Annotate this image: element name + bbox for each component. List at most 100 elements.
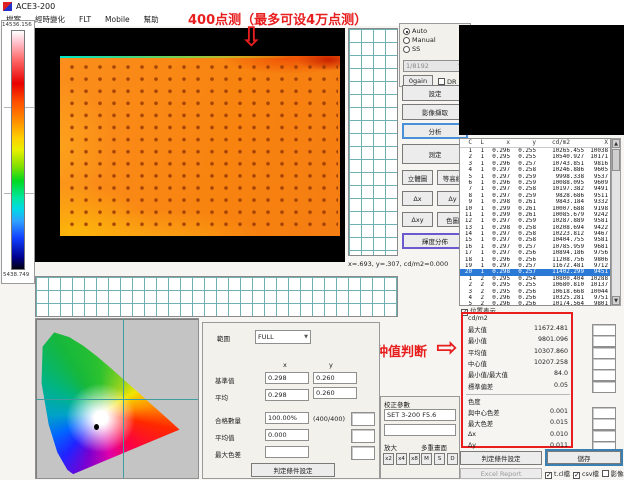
delta-x-button[interactable]: Δx [402, 191, 433, 206]
annotation-400-points: 400点测（最多可设4万点测） [188, 9, 367, 28]
cie-diagram[interactable] [35, 318, 199, 479]
column-header-L: L [474, 139, 486, 147]
shutter-select[interactable]: 1/8192 ▼ [403, 60, 465, 72]
calibration-value-field[interactable]: SET 3-200 F5.6 [384, 409, 456, 421]
measurement-table[interactable]: CLxycd/m2X 110.2960.25510265.45510038210… [459, 138, 611, 306]
menu-item-FLT[interactable]: FLT [77, 15, 93, 24]
zoom-x2-button[interactable]: x2 [383, 453, 394, 465]
lum-indicator-box [592, 335, 616, 347]
zoom-label: 放大 [384, 442, 397, 452]
radio-row-SS[interactable]: SS [403, 44, 467, 53]
file-check-影像檔[interactable]: 影像檔 [602, 469, 624, 478]
dr-checkbox[interactable] [438, 78, 445, 85]
horizontal-profile-grid [35, 276, 398, 317]
range-label: 範圍 [217, 333, 230, 343]
mean-value: 0.000 [268, 431, 287, 439]
vertical-profile-grid [348, 28, 398, 256]
scale-max-value: 14536.156 [2, 22, 32, 28]
mean-indicator-box [351, 429, 375, 443]
chroma-indicator-box [592, 407, 616, 419]
max-color-diff-field [265, 446, 309, 458]
max-diff-indicator-box [351, 446, 375, 460]
luminance-heatmap[interactable] [60, 56, 340, 236]
multi-screen-D-button[interactable]: D [447, 453, 458, 465]
chroma-stat-row: Δy0.011 [468, 442, 568, 449]
lum-stat-row: 標準偏差0.05 [468, 382, 568, 391]
reference-y-field[interactable]: 0.260 [313, 372, 357, 384]
range-select[interactable]: FULL ▼ [255, 330, 311, 344]
stat-value: 0.001 [550, 408, 568, 417]
lum-indicator-box [592, 358, 616, 370]
pass-indicator-box [351, 412, 375, 426]
save-button[interactable]: 儲存 [547, 451, 621, 464]
radio-auto[interactable] [403, 28, 410, 35]
lum-indicator-box [592, 381, 616, 393]
radio-row-Auto[interactable]: Auto [403, 26, 467, 35]
stat-label: Δx [468, 431, 476, 438]
stereo-button[interactable]: 立體圖 [402, 170, 433, 185]
chroma-section-header: 色度 [468, 397, 481, 406]
average-y-value: 0.260 [316, 389, 335, 397]
file-checkbox[interactable] [602, 470, 609, 477]
file-check-csv檔[interactable]: ✓csv檔 [573, 469, 599, 478]
right-arrow-icon: ⇨ [436, 333, 458, 363]
lum-stat-row: 最小值/最大值84.0 [468, 370, 568, 379]
zoom-button-row: x2x4x8 [383, 453, 420, 465]
excel-report-button[interactable]: Excel Report [460, 468, 542, 479]
reference-label: 基準值 [215, 375, 235, 385]
zoom-x4-button[interactable]: x4 [396, 453, 407, 465]
menu-item-Mobile[interactable]: Mobile [103, 15, 132, 24]
mean-label: 平均值 [215, 432, 235, 442]
multi-screen-M-button[interactable]: M [421, 453, 432, 465]
lum-stat-row: 中心值10207.258 [468, 359, 568, 368]
radio-row-Manual[interactable]: Manual [403, 35, 467, 44]
lum-indicator-box [592, 369, 616, 381]
scrollbar-thumb[interactable] [612, 149, 620, 171]
lum-stat-row: 最大值 11672.481 [468, 325, 568, 334]
table-cell: 9801 [586, 301, 610, 306]
stat-label: 最大值 [468, 325, 487, 334]
multi-screen-S-button[interactable]: S [434, 453, 445, 465]
radio-label-manual: Manual [412, 36, 436, 44]
table-scrollbar[interactable]: ▲ ▼ [611, 138, 621, 306]
file-check-t.cl檔[interactable]: ✓t.cl檔 [545, 469, 570, 478]
scroll-down-icon[interactable]: ▼ [612, 296, 620, 305]
calibration-header: 校正參數 [384, 399, 410, 409]
pass-count-label: 合格數量 [215, 415, 241, 425]
stat-value: 11672.481 [534, 325, 568, 334]
scroll-up-icon[interactable]: ▲ [612, 139, 620, 148]
radio-ss[interactable] [403, 46, 410, 53]
average-y-field[interactable]: 0.260 [313, 387, 357, 399]
column-header-x: x [486, 139, 512, 147]
delta-xy-button[interactable]: Δxy [402, 212, 433, 227]
menu-item-幫助[interactable]: 幫助 [142, 14, 161, 25]
stat-label: 標準偏差 [468, 382, 493, 391]
reference-x-field[interactable]: 0.298 [265, 372, 309, 384]
menu-item-經時變化[interactable]: 經時變化 [33, 14, 67, 25]
zoom-x8-button[interactable]: x8 [409, 453, 420, 465]
stat-label: 平均值 [468, 348, 487, 357]
measurement-view[interactable] [35, 28, 345, 262]
file-checkbox[interactable]: ✓ [545, 472, 552, 479]
calibration-panel: 校正參數 SET 3-200 F5.6 放大 x2x4x8 多重畫面 MSD [380, 396, 460, 479]
multi-screen-button-row: MSD [421, 453, 458, 465]
judge-condition-button[interactable]: 判定條件設定 [460, 451, 542, 465]
table-body[interactable]: 110.2960.25510265.45510038210.2950.25510… [460, 148, 610, 306]
table-header: CLxycd/m2X [460, 139, 610, 148]
cie-crosshair-horizontal [36, 399, 198, 400]
multi-screen-label: 多重畫面 [421, 442, 447, 452]
file-checkbox[interactable]: ✓ [573, 472, 580, 479]
radio-label-auto: Auto [412, 27, 427, 35]
stat-value: 0.015 [550, 419, 568, 428]
chevron-down-icon: ▼ [304, 334, 308, 340]
scale-min-value: 5438.749 [3, 272, 29, 278]
range-value: FULL [258, 333, 274, 341]
average-x-field[interactable]: 0.298 [265, 389, 309, 401]
radio-label-ss: SS [412, 45, 420, 53]
radio-manual[interactable] [403, 37, 410, 44]
lum-section-header: cd/m2 [468, 315, 488, 322]
judge-settings-button[interactable]: 判定條件設定 [251, 463, 335, 477]
y-column-header: y [329, 361, 333, 369]
calibration-empty-field[interactable] [384, 424, 456, 436]
column-header-C: C [460, 139, 474, 147]
